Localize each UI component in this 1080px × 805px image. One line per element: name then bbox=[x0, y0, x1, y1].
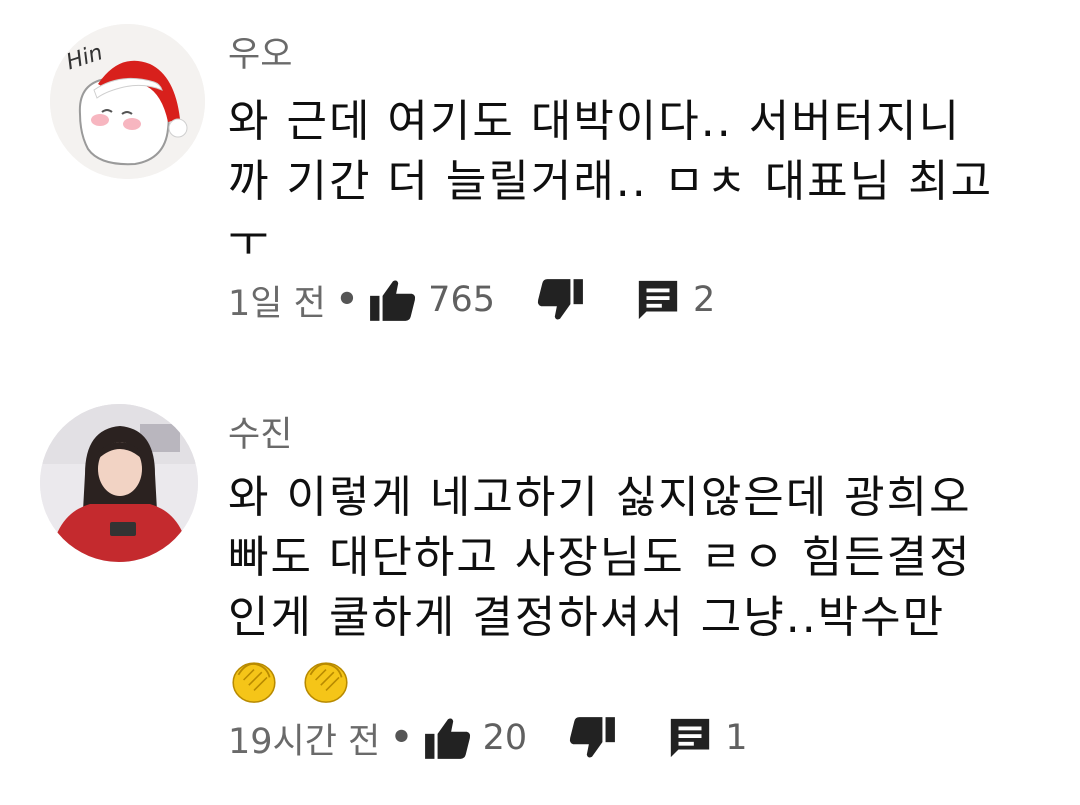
emoji-line bbox=[228, 648, 972, 708]
comment-icon bbox=[638, 280, 678, 320]
comment-text-line: 인게 쿨하게 결정하셔서 그냥..박수만 bbox=[228, 592, 946, 643]
comment-text-line: 까 기간 더 늘릴거래.. ㅁㅊ 대표님 최고 bbox=[228, 156, 994, 207]
like-button[interactable] bbox=[423, 715, 473, 761]
comment-icon bbox=[671, 718, 710, 758]
dislike-button[interactable] bbox=[567, 715, 617, 761]
comment-author[interactable]: 수진 bbox=[228, 418, 292, 453]
comment-thread-1: Hin 우오 와 근데 여기도 대박이다.. 서버터지니 까 기간 더 늘릴거래… bbox=[0, 0, 1080, 360]
comment-text-line: ㅜ bbox=[228, 216, 271, 267]
like-count: 765 bbox=[428, 280, 495, 320]
dislike-button[interactable] bbox=[535, 277, 585, 323]
thumbs-down-icon bbox=[570, 717, 616, 758]
separator-dot: • bbox=[335, 280, 359, 320]
comment-timestamp[interactable]: 1일 전 bbox=[228, 275, 326, 326]
comment-author[interactable]: 우오 bbox=[228, 38, 292, 73]
thumbs-down-icon bbox=[537, 279, 583, 320]
santa-hat-character-avatar-icon: Hin bbox=[50, 24, 205, 179]
reply-button[interactable] bbox=[667, 715, 713, 761]
like-button[interactable] bbox=[368, 277, 418, 323]
reply-button[interactable] bbox=[635, 277, 681, 323]
thumbs-up-icon bbox=[424, 718, 470, 759]
reply-count: 2 bbox=[692, 280, 716, 320]
photo-avatar-red-sweater-icon bbox=[40, 404, 198, 562]
comment-text-line: 빠도 대단하고 사장님도 ㄹㅇ 힘든결정 bbox=[228, 532, 972, 583]
reply-count: 1 bbox=[725, 718, 748, 758]
like-count: 20 bbox=[482, 718, 528, 758]
clapping-hands-emoji-icon bbox=[232, 662, 276, 703]
thumbs-up-icon bbox=[370, 280, 416, 321]
comment-toolbar: 1일 전 • 765 2 bbox=[228, 275, 715, 325]
separator-dot: • bbox=[390, 718, 413, 758]
comment-text: 와 근데 여기도 대박이다.. 서버터지니 까 기간 더 늘릴거래.. ㅁㅊ 대… bbox=[228, 92, 993, 272]
avatar[interactable]: Hin bbox=[50, 24, 205, 179]
comment-thread-2: 수진 와 이렇게 네고하기 싫지않은데 광희오 빠도 대단하고 사장님도 ㄹㅇ … bbox=[0, 380, 1080, 805]
comment-text-line: 와 근데 여기도 대박이다.. 서버터지니 bbox=[228, 96, 962, 147]
comment-text: 와 이렇게 네고하기 싫지않은데 광희오 빠도 대단하고 사장님도 ㄹㅇ 힘든결… bbox=[228, 468, 972, 708]
comment-timestamp[interactable]: 19시간 전 bbox=[228, 713, 380, 764]
comment-text-line: 와 이렇게 네고하기 싫지않은데 광희오 bbox=[228, 472, 972, 523]
avatar[interactable] bbox=[40, 404, 198, 562]
comment-toolbar: 19시간 전 • 20 1 bbox=[228, 713, 747, 763]
clapping-hands-emoji-icon bbox=[304, 662, 348, 703]
